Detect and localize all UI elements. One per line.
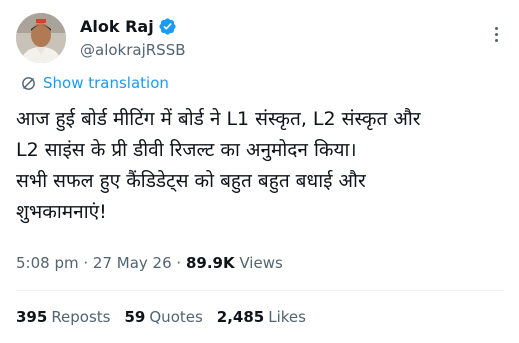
more-options-icon[interactable] [486, 23, 506, 45]
tweet-text: आज हुई बोर्ड मीटिंग में बोर्ड ने L1 संस्… [16, 104, 506, 228]
meta-separator: · [171, 254, 186, 272]
tweet-time[interactable]: 5:08 pm [16, 254, 79, 272]
tweet-date[interactable]: 27 May 26 [93, 254, 172, 272]
avatar[interactable] [16, 13, 66, 63]
author-info: Alok Raj @alokrajRSSB [80, 14, 186, 61]
reposts-count: 395 [16, 308, 48, 326]
meta-separator: · [78, 254, 93, 272]
avatar-image [16, 13, 66, 63]
tweet-line: L2 साइंस के प्री डीवी रिजल्ट का अनुमोदन … [16, 139, 357, 161]
author-handle[interactable]: @alokrajRSSB [80, 39, 186, 61]
tweet-line: शुभकामनाएं! [16, 201, 107, 223]
author-display-name[interactable]: Alok Raj [80, 14, 186, 38]
verified-badge-icon [158, 17, 177, 36]
globe-translate-icon [20, 75, 37, 92]
quotes-stat[interactable]: 59 Quotes [125, 304, 203, 330]
likes-stat[interactable]: 2,485 Likes [217, 304, 306, 330]
show-translation-label: Show translation [43, 74, 169, 92]
tweet-line: सभी सफल हुए कैंडिडेट्स को बहुत बहुत बधाई… [16, 170, 366, 192]
author-name-text: Alok Raj [80, 16, 154, 36]
quotes-count: 59 [124, 308, 146, 326]
divider [16, 290, 503, 291]
likes-label: Likes [268, 308, 306, 326]
show-translation-link[interactable]: Show translation [20, 72, 169, 94]
tweet-meta: 5:08 pm · 27 May 26 · 89.9K Views [16, 250, 283, 276]
tweet-line: आज हुई बोर्ड मीटिंग में बोर्ड ने L1 संस्… [16, 108, 421, 130]
reposts-label: Reposts [51, 308, 111, 326]
views-label: Views [234, 254, 283, 272]
likes-count: 2,485 [216, 308, 265, 326]
quotes-label: Quotes [149, 308, 203, 326]
reposts-stat[interactable]: 395 Reposts [16, 304, 111, 330]
tweet-stats: 395 Reposts 59 Quotes 2,485 Likes [16, 304, 306, 330]
tweet-header: Alok Raj @alokrajRSSB [16, 13, 506, 63]
views-count: 89.9K [185, 254, 235, 272]
